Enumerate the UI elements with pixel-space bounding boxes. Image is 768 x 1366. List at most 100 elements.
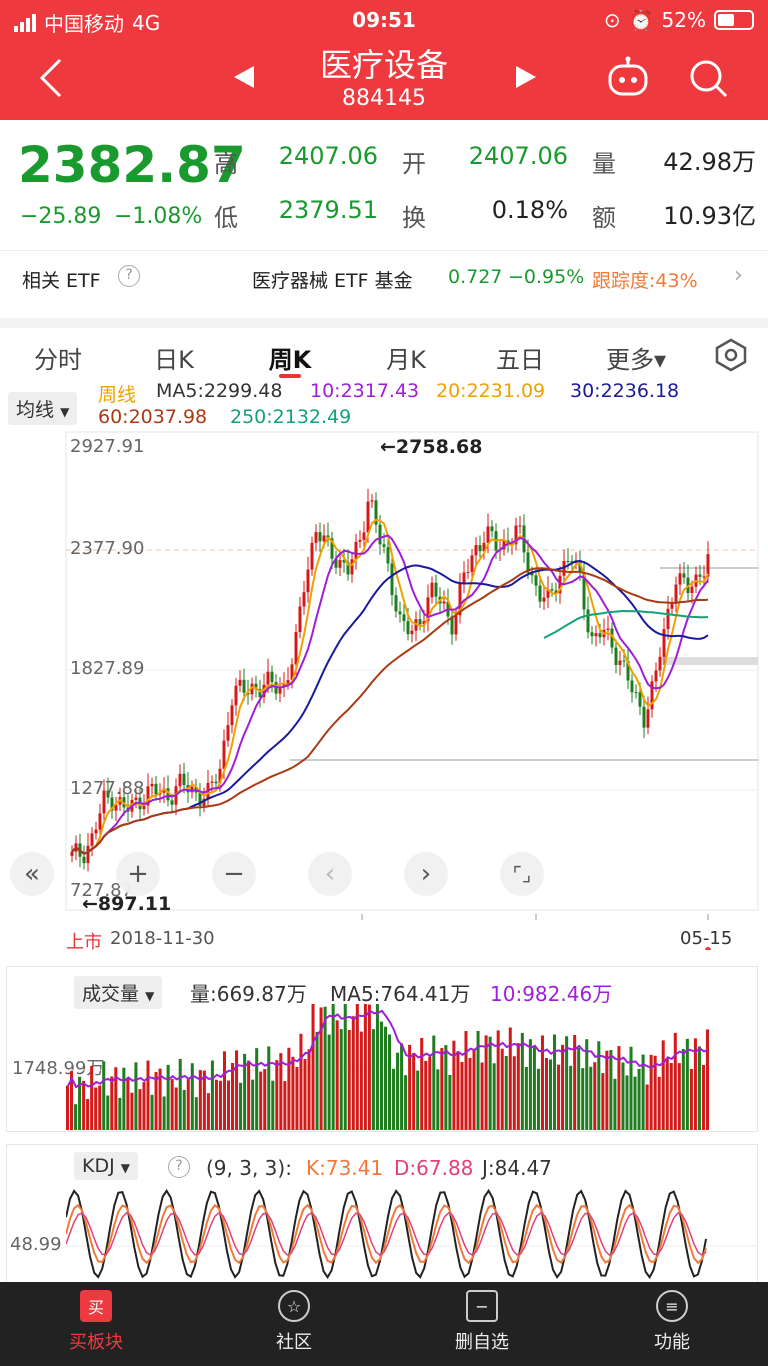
candle-body xyxy=(466,571,470,573)
next-stock-icon[interactable] xyxy=(514,64,538,90)
tab-monthly-k[interactable]: 月K xyxy=(356,340,456,375)
candle-body xyxy=(478,545,482,552)
fullscreen-icon[interactable]: ⌜⌟ xyxy=(500,852,544,896)
volume-bar xyxy=(375,1004,379,1130)
candle-body xyxy=(518,525,522,527)
candle-body xyxy=(474,545,478,556)
prev-icon[interactable]: ‹ xyxy=(308,852,352,896)
volume-bar xyxy=(271,1080,275,1130)
volume-bar xyxy=(335,1020,339,1130)
volume-bar xyxy=(210,1060,214,1130)
nav-remove-watchlist[interactable]: − 删自选 xyxy=(432,1290,532,1354)
volume-value: 42.98万 xyxy=(663,148,756,176)
volume-bar xyxy=(528,1039,532,1130)
candle-body xyxy=(234,685,238,706)
candle-body xyxy=(614,647,618,666)
volume-bar xyxy=(540,1035,544,1130)
volume-bar xyxy=(597,1041,601,1130)
volume-bar xyxy=(577,1047,581,1130)
ma-selector[interactable]: 均线 ▼ xyxy=(8,392,78,425)
volume-bar xyxy=(681,1049,685,1130)
volume-bar xyxy=(283,1081,287,1130)
volume-bar xyxy=(86,1099,90,1130)
volume-bar xyxy=(110,1076,114,1130)
candle-body xyxy=(142,805,146,810)
candle-body xyxy=(550,589,554,591)
candle-body xyxy=(302,592,306,607)
settings-hex-icon[interactable] xyxy=(714,338,748,372)
candle-body xyxy=(154,783,158,795)
candle-body xyxy=(594,633,598,637)
candle-body xyxy=(638,692,642,707)
help-icon[interactable]: ? xyxy=(118,265,140,287)
candle-body xyxy=(82,856,86,864)
volume-bar xyxy=(516,1043,520,1130)
volume-bar xyxy=(637,1068,641,1130)
search-icon[interactable] xyxy=(688,58,730,100)
volume-bar xyxy=(379,1021,383,1130)
kdj-params: (9, 3, 3): xyxy=(206,1156,292,1180)
candle-body xyxy=(662,629,666,657)
scroll-left-icon[interactable]: « xyxy=(10,852,54,896)
volume-bar xyxy=(222,1051,226,1130)
volume-bar xyxy=(549,1059,553,1130)
volume-bar xyxy=(202,1070,206,1130)
community-star-icon: ☆ xyxy=(278,1290,310,1322)
candle-body xyxy=(390,563,394,596)
nav-community-label: 社区 xyxy=(276,1332,312,1353)
volume-bar xyxy=(182,1089,186,1130)
alarm-icon: ⏰ xyxy=(628,8,654,32)
ma5-value: MA5:2299.48 xyxy=(156,380,283,402)
volume-bar xyxy=(74,1104,78,1130)
related-etf-row[interactable]: 相关 ETF ? 医疗器械 ETF 基金 0.727 −0.95% 跟踪度:43… xyxy=(0,250,768,304)
nav-buy-sector[interactable]: 买 买板块 xyxy=(46,1290,146,1354)
zoom-out-icon[interactable]: − xyxy=(212,852,256,896)
volume-bar xyxy=(557,1064,561,1130)
candle-body xyxy=(678,573,682,585)
kdj-selector[interactable]: KDJ ▼ xyxy=(74,1152,138,1180)
tab-daily-k[interactable]: 日K xyxy=(124,340,224,375)
tab-five-day[interactable]: 五日 xyxy=(470,340,570,375)
tab-intraday[interactable]: 分时 xyxy=(8,340,108,375)
chevron-right-icon[interactable]: › xyxy=(734,263,743,288)
volume-bar xyxy=(355,1004,359,1130)
volume-bar xyxy=(287,1047,291,1130)
nav-community[interactable]: ☆ 社区 xyxy=(244,1290,344,1354)
y-label-low: 1277.88 xyxy=(70,778,145,799)
tab-more[interactable]: 更多▾ xyxy=(586,340,686,375)
kdj-d: D:67.88 xyxy=(394,1156,474,1180)
volume-bar xyxy=(347,1030,351,1130)
volume-chart xyxy=(66,1004,714,1130)
candle-body xyxy=(310,542,314,570)
nav-functions[interactable]: ≡ 功能 xyxy=(622,1290,722,1354)
candle-body xyxy=(682,573,686,578)
candle-body xyxy=(318,532,322,542)
candle-body xyxy=(690,586,694,594)
volume-bar xyxy=(291,1056,295,1130)
robot-assistant-icon[interactable] xyxy=(604,56,652,100)
volume-bar xyxy=(227,1080,231,1130)
candle-body xyxy=(382,544,386,548)
volume-bar xyxy=(436,1069,440,1130)
kdj-j: J:84.47 xyxy=(482,1156,552,1180)
volume-bar xyxy=(367,1004,371,1130)
volume-bar xyxy=(315,1031,319,1130)
next-icon[interactable]: › xyxy=(404,852,448,896)
amount-value: 10.93亿 xyxy=(663,202,756,230)
tab-weekly-k[interactable]: 周K xyxy=(240,340,340,375)
zoom-in-icon[interactable]: + xyxy=(116,852,160,896)
candle-body xyxy=(646,709,650,728)
battery-icon xyxy=(714,10,754,30)
volume-bar xyxy=(705,1029,709,1130)
volume-bar xyxy=(138,1089,142,1130)
open-label: 开 xyxy=(402,150,426,178)
volume-bar xyxy=(235,1050,239,1130)
volume-bar xyxy=(609,1050,613,1130)
candle-body xyxy=(410,630,414,635)
lock-rotation-icon: ⊙ xyxy=(603,8,621,32)
kdj-help-icon[interactable]: ? xyxy=(168,1156,190,1178)
candle-body xyxy=(170,800,174,805)
volume-bar xyxy=(412,1053,416,1130)
volume-bar xyxy=(585,1039,589,1130)
candle-body xyxy=(586,609,590,633)
